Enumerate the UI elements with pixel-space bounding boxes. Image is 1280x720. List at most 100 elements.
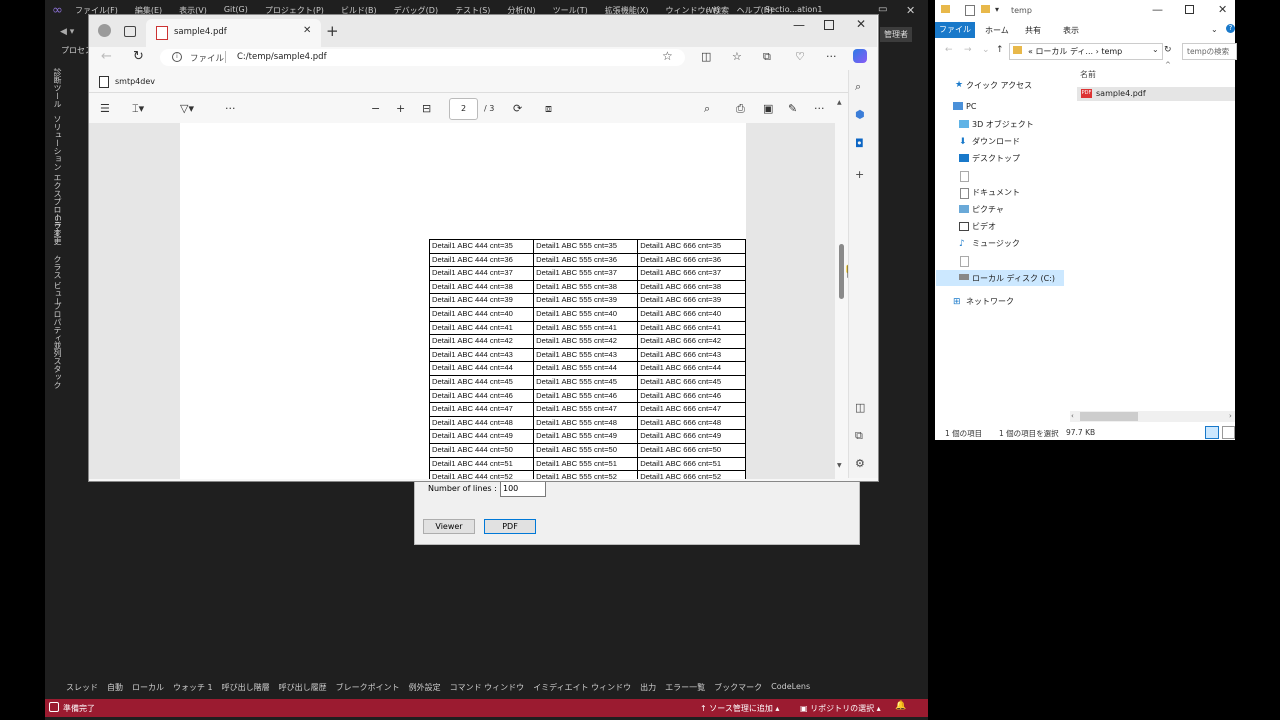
find-icon[interactable]: ⌕ — [704, 102, 710, 116]
vs-close-icon[interactable]: ✕ — [906, 4, 915, 17]
vs-sidetab-git-changes[interactable]: Git 変更 — [52, 215, 63, 245]
properties-icon[interactable] — [965, 5, 975, 16]
tree-item-quick-access[interactable]: クイック アクセス — [966, 80, 1032, 91]
name-column-header[interactable]: 名前 — [1080, 69, 1096, 80]
pdf-scroll-thumb[interactable] — [839, 244, 844, 299]
profile-icon[interactable] — [98, 24, 111, 37]
draw-icon[interactable]: ▽▾ — [180, 102, 194, 115]
tree-item-documents[interactable]: ドキュメント — [972, 187, 1020, 198]
refresh-icon[interactable]: ↻ — [133, 49, 144, 64]
pdf-button[interactable]: PDF — [484, 519, 536, 534]
edge-minimize-icon[interactable]: — — [793, 18, 805, 32]
lines-input[interactable]: 100 — [500, 481, 546, 497]
favorite-star-icon[interactable]: ☆ — [662, 49, 673, 63]
source-control-button[interactable]: ↑ ソース管理に追加 ▴ — [700, 703, 779, 714]
more-tools-icon[interactable]: ··· — [225, 102, 236, 115]
large-icons-view-icon[interactable] — [1222, 426, 1235, 439]
explorer-hscroll-thumb[interactable] — [1080, 412, 1138, 421]
vs-bottom-tab[interactable]: コマンド ウィンドウ — [450, 682, 525, 693]
hscroll-left-icon[interactable]: ‹ — [1071, 412, 1074, 420]
new-folder-icon[interactable] — [981, 5, 990, 13]
tree-item-music[interactable]: ミュージック — [972, 238, 1020, 249]
tree-item-local-disk[interactable]: ローカル ディスク (C:) — [972, 273, 1055, 284]
explorer-forward-icon[interactable]: → — [964, 45, 972, 55]
explorer-minimize-icon[interactable]: — — [1152, 3, 1163, 16]
vs-bottom-tab[interactable]: 呼び出し履歴 — [279, 682, 327, 693]
page-number-input[interactable]: 2 — [449, 98, 478, 120]
zoom-in-icon[interactable]: + — [396, 102, 405, 115]
vs-minimize-icon[interactable]: ▭ — [878, 4, 887, 15]
explorer-up-icon[interactable]: ↑ — [996, 45, 1004, 55]
explorer-back-icon[interactable]: ← — [945, 45, 953, 55]
repo-select-button[interactable]: ▣ リポジトリの選択 ▴ — [800, 703, 881, 714]
vs-bottom-tab[interactable]: エラー一覧 — [665, 682, 705, 693]
page-view-icon[interactable]: ⧈ — [545, 102, 552, 116]
ribbon-tab-file[interactable]: ファイル — [935, 22, 975, 38]
vs-bottom-tab[interactable]: 例外設定 — [409, 682, 441, 693]
vs-bottom-tab[interactable]: イミディエイト ウィンドウ — [533, 682, 631, 693]
address-dropdown-icon[interactable]: ⌄ — [1152, 45, 1159, 54]
tab-actions-icon[interactable] — [124, 26, 136, 37]
back-arrow-icon[interactable]: ← — [101, 49, 112, 64]
explorer-maximize-icon[interactable] — [1185, 5, 1194, 14]
file-name[interactable]: sample4.pdf — [1096, 89, 1146, 98]
vs-bottom-tab[interactable]: スレッド — [66, 682, 98, 693]
scroll-up-icon[interactable]: ▲ — [837, 99, 842, 106]
vs-bottom-tab[interactable]: 呼び出し階層 — [222, 682, 270, 693]
rotate-icon[interactable]: ⟳ — [513, 102, 522, 115]
outlook-icon[interactable]: ◘ — [855, 137, 864, 150]
tree-item-pc[interactable]: PC — [966, 102, 976, 111]
vs-bottom-tab[interactable]: 自動 — [107, 682, 123, 693]
tab-close-icon[interactable]: ✕ — [303, 25, 311, 36]
collections-icon[interactable]: ⧉ — [763, 50, 771, 64]
fit-page-icon[interactable]: ⊟ — [422, 102, 431, 115]
zoom-out-icon[interactable]: − — [371, 102, 380, 115]
tree-item-desktop[interactable]: デスクトップ — [972, 153, 1020, 164]
vs-bottom-tab[interactable]: ローカル — [132, 682, 164, 693]
highlight-icon[interactable]: ⌶▾ — [132, 102, 144, 116]
tree-item-downloads[interactable]: ダウンロード — [972, 136, 1020, 147]
viewer-button[interactable]: Viewer — [423, 519, 475, 534]
sidebar-search-icon[interactable]: ⌕ — [855, 80, 861, 94]
vs-sidetab-properties[interactable]: プロパティ — [52, 302, 63, 342]
tree-item-network[interactable]: ネットワーク — [966, 296, 1014, 307]
copilot-icon[interactable] — [853, 49, 867, 63]
tree-item-pictures[interactable]: ピクチャ — [972, 204, 1004, 215]
vs-sidetab-class-view[interactable]: クラス ビュー — [52, 255, 63, 306]
vs-bottom-tab[interactable]: CodeLens — [771, 682, 810, 693]
settings-more-icon[interactable]: ··· — [826, 50, 837, 63]
browser-tab[interactable] — [146, 19, 321, 47]
vs-back-icon[interactable]: ◀ ▾ — [60, 27, 74, 37]
explorer-refresh-icon[interactable]: ↻ — [1164, 45, 1172, 55]
print-icon[interactable]: ⎙ — [736, 102, 745, 116]
scroll-down-icon[interactable]: ▼ — [837, 462, 842, 469]
sidebar-settings-icon[interactable]: ⚙ — [855, 457, 865, 470]
vs-bottom-tab[interactable]: ブレークポイント — [336, 682, 400, 693]
explorer-close-icon[interactable]: ✕ — [1218, 3, 1227, 16]
ribbon-tab-view[interactable]: 表示 — [1063, 25, 1079, 36]
favorite-item[interactable]: smtp4dev — [115, 77, 155, 86]
notification-bell-icon[interactable]: 🔔 — [895, 701, 906, 711]
save-as-icon[interactable]: ✎ — [788, 102, 797, 115]
help-icon[interactable]: ? — [1226, 24, 1235, 33]
explorer-recent-icon[interactable]: ⌄ — [982, 45, 990, 55]
vs-bottom-tab[interactable]: 出力 — [640, 682, 656, 693]
pdf-more-icon[interactable]: ··· — [814, 102, 825, 115]
address-url[interactable]: C:/temp/sample4.pdf — [237, 52, 327, 62]
new-tab-icon[interactable]: + — [326, 22, 339, 40]
split-screen-icon[interactable]: ◫ — [701, 50, 711, 63]
favorites-icon[interactable]: ☆ — [732, 50, 742, 63]
details-view-icon[interactable] — [1205, 426, 1219, 439]
sidebar-add-icon[interactable]: + — [855, 168, 864, 181]
contents-list-icon[interactable]: ☰ — [100, 102, 110, 115]
save-icon[interactable]: ▣ — [763, 102, 773, 115]
vs-bottom-tab[interactable]: ウォッチ 1 — [173, 682, 213, 693]
ribbon-expand-icon[interactable]: ⌄ — [1211, 25, 1218, 34]
hscroll-right-icon[interactable]: › — [1229, 412, 1232, 420]
extensions-icon[interactable]: ♡ — [795, 50, 805, 63]
edge-maximize-icon[interactable] — [824, 20, 834, 30]
vs-bottom-tab[interactable]: ブックマーク — [714, 682, 762, 693]
edge-close-icon[interactable]: ✕ — [856, 17, 866, 31]
sidebar-tools-icon[interactable]: ⬢ — [855, 108, 865, 121]
tree-item-videos[interactable]: ビデオ — [972, 221, 996, 232]
